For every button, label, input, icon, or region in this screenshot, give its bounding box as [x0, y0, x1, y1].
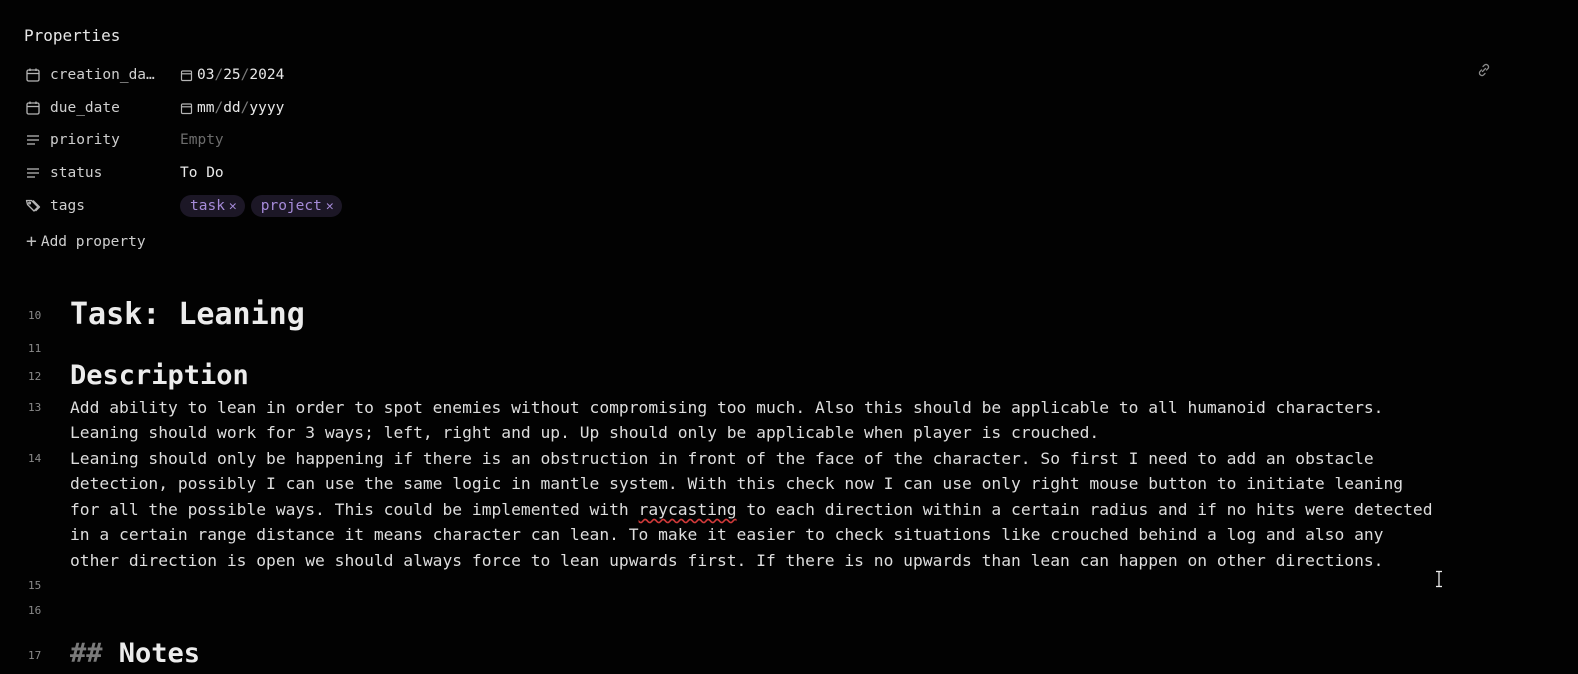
property-key: status — [50, 165, 103, 181]
line-number: 15 — [28, 579, 42, 592]
date-separator: / — [214, 67, 224, 83]
date-year: yyyy — [249, 100, 285, 116]
calendar-icon — [24, 99, 42, 117]
link-icon[interactable] — [1476, 62, 1492, 78]
notes-heading: ## Notes — [70, 638, 200, 669]
status-value[interactable]: To Do — [180, 165, 224, 181]
date-input[interactable]: 03/25/2024 — [180, 67, 284, 83]
date-year: 2024 — [249, 67, 285, 83]
property-key: priority — [50, 132, 120, 148]
tag-pill[interactable]: task ✕ — [180, 195, 245, 217]
text-segment: for all the possible ways. This could be… — [70, 499, 639, 519]
text-line: Add ability to lean in order to spot ene… — [70, 398, 1384, 417]
calendar-icon — [24, 66, 42, 84]
add-property-button[interactable]: + Add property — [26, 233, 146, 251]
date-month: mm — [197, 100, 215, 116]
line-number: 10 — [28, 309, 42, 322]
date-separator: / — [240, 67, 250, 83]
notes-heading-text: Notes — [118, 638, 201, 669]
property-key: due_date — [50, 100, 120, 116]
text-segment: to each direction within a certain radiu… — [736, 499, 1433, 519]
tag-label: project — [260, 198, 322, 214]
date-separator: / — [214, 100, 224, 116]
tag-pill[interactable]: project ✕ — [250, 195, 342, 217]
text-line: for all the possible ways. This could be… — [70, 497, 1540, 522]
close-icon[interactable]: ✕ — [229, 199, 237, 214]
date-input[interactable]: mm / dd / yyyy — [180, 100, 284, 116]
text-cursor-icon — [1434, 570, 1444, 588]
text-line: in a certain range distance it means cha… — [70, 525, 1384, 545]
text-lines-icon — [24, 131, 42, 149]
properties-header: Properties — [24, 26, 121, 45]
line-number: 11 — [28, 342, 42, 355]
priority-value[interactable]: Empty — [180, 132, 224, 148]
add-property-label: Add property — [40, 234, 146, 250]
property-key: tags — [50, 198, 85, 214]
calendar-small-icon — [180, 102, 193, 115]
property-row-tags[interactable]: tags task ✕ project ✕ — [24, 193, 1534, 219]
close-icon[interactable]: ✕ — [326, 199, 334, 214]
property-row-creation-date[interactable]: creation_da… 03/25/2024 — [24, 62, 1534, 88]
paragraph-14: Leaning should only be happening if ther… — [70, 446, 1540, 573]
property-row-due-date[interactable]: due_date mm / dd / yyyy — [24, 95, 1534, 121]
paragraph-13: Add ability to lean in order to spot ene… — [70, 395, 1540, 446]
plus-icon: + — [26, 231, 37, 252]
date-month: 03 — [197, 67, 215, 83]
property-key: creation_da… — [50, 67, 155, 83]
text-line: detection, possibly I can use the same l… — [70, 474, 1404, 494]
tags-value[interactable]: task ✕ project ✕ — [180, 195, 348, 217]
text-lines-icon — [24, 164, 42, 182]
line-number: 17 — [28, 649, 42, 662]
misspelled-word[interactable]: raycasting — [639, 500, 737, 519]
tags-icon — [24, 197, 42, 215]
page-title: Task: Leaning — [70, 297, 305, 332]
line-number: 14 — [28, 452, 42, 465]
tag-label: task — [190, 198, 225, 214]
date-separator: / — [240, 100, 250, 116]
property-row-priority[interactable]: priority Empty — [24, 127, 1534, 153]
line-number: 13 — [28, 401, 42, 414]
line-number: 12 — [28, 370, 42, 383]
property-row-status[interactable]: status To Do — [24, 160, 1534, 186]
text-line: Leaning should only be happening if ther… — [70, 449, 1374, 468]
calendar-small-icon — [180, 69, 193, 82]
description-heading: Description — [70, 360, 249, 391]
line-number: 16 — [28, 604, 42, 617]
text-line: other direction is open we should always… — [70, 550, 1384, 570]
text-line: Leaning should work for 3 ways; left, ri… — [70, 423, 1100, 443]
date-day: dd — [223, 100, 241, 116]
heading-markup: ## — [70, 638, 103, 669]
date-day: 25 — [223, 67, 241, 83]
